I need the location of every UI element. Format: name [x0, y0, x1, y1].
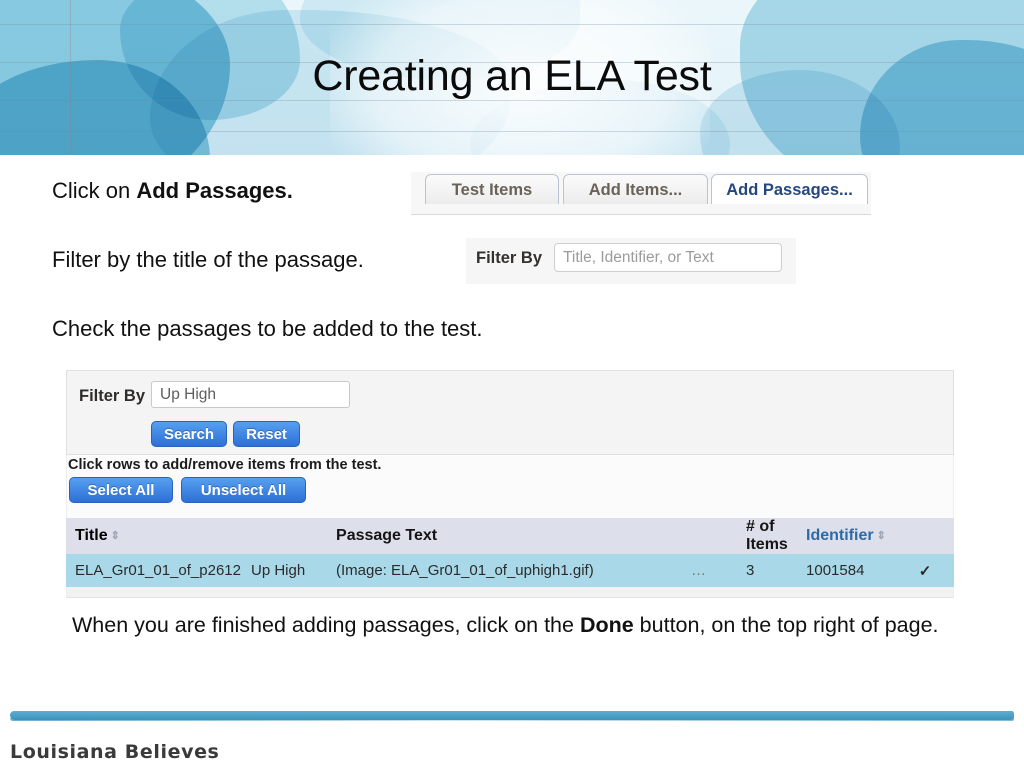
- cell-passage-name: Up High: [251, 554, 337, 587]
- page-title: Creating an ELA Test: [312, 52, 712, 100]
- panel-filter-area: Filter By Search Reset: [66, 370, 954, 455]
- add-passages-panel-screenshot: Filter By Search Reset Click rows to add…: [66, 370, 955, 598]
- table-header-row: Title ⇕ Passage Text # of Items Identifie…: [66, 518, 955, 554]
- louisiana-believes-logo: Louisiana Believes: [10, 741, 220, 763]
- column-header-identifier-label: Identifier: [806, 527, 874, 544]
- tab-add-passages[interactable]: Add Passages...: [711, 174, 868, 204]
- cell-ellipsis: …: [691, 554, 747, 587]
- instruction-line-2: Filter by the title of the passage.: [52, 247, 364, 272]
- cell-identifier: 1001584: [806, 554, 897, 587]
- sort-icon[interactable]: ⇕: [874, 530, 886, 542]
- unselect-all-button[interactable]: Unselect All: [181, 477, 306, 503]
- panel-filter-input[interactable]: [151, 381, 350, 408]
- column-header-num-items-label: # of Items: [746, 518, 788, 553]
- instruction-line-3: Check the passages to be added to the te…: [52, 316, 483, 341]
- cell-passage-text: (Image: ELA_Gr01_01_of_uphigh1.gif): [336, 554, 692, 587]
- column-header-passage-text-label: Passage Text: [336, 527, 438, 544]
- instruction-1-bold: Add Passages.: [136, 178, 293, 203]
- checkmark-icon: ✓: [896, 554, 955, 587]
- panel-selection-area: Click rows to add/remove items from the …: [66, 455, 954, 518]
- closing-bold: Done: [579, 613, 634, 637]
- search-button[interactable]: Search: [151, 421, 227, 447]
- column-header-selected: [896, 518, 955, 554]
- closing-prefix: When you are finished adding passages, c…: [72, 613, 580, 637]
- brushstroke-divider: [10, 711, 1014, 721]
- cell-title: ELA_Gr01_01_of_p2612: [66, 554, 251, 587]
- filter-by-input[interactable]: [554, 243, 782, 272]
- filter-by-screenshot: Filter By: [466, 238, 796, 284]
- cell-num-items: 3: [746, 554, 807, 587]
- column-header-identifier[interactable]: Identifier ⇕: [806, 518, 897, 554]
- column-header-num-items: # of Items: [746, 518, 807, 554]
- filter-by-label: Filter By: [476, 249, 543, 267]
- instruction-1-prefix: Click on: [52, 178, 137, 203]
- table-footer-strip: [66, 587, 954, 598]
- column-header-title-label: Title: [75, 527, 108, 544]
- tab-add-items[interactable]: Add Items...: [563, 174, 708, 204]
- reset-button[interactable]: Reset: [233, 421, 300, 447]
- column-header-passage-text: Passage Text: [336, 518, 747, 554]
- tabs-screenshot: Test Items Add Items... Add Passages...: [411, 172, 871, 215]
- panel-filter-label: Filter By: [79, 387, 146, 405]
- closing-suffix: button, on the top right of page.: [633, 613, 939, 637]
- table-row[interactable]: ELA_Gr01_01_of_p2612 Up High (Image: ELA…: [66, 554, 955, 587]
- column-header-title[interactable]: Title ⇕: [66, 518, 337, 554]
- select-all-button[interactable]: Select All: [69, 477, 173, 503]
- passages-table: Title ⇕ Passage Text # of Items Identifie…: [66, 518, 955, 587]
- closing-instruction: When you are finished adding passages, c…: [72, 608, 942, 642]
- selection-hint-text: Click rows to add/remove items from the …: [68, 457, 382, 473]
- instruction-line-1: Click on Add Passages.: [52, 178, 293, 204]
- tab-test-items[interactable]: Test Items: [425, 174, 559, 204]
- sort-icon[interactable]: ⇕: [108, 530, 120, 542]
